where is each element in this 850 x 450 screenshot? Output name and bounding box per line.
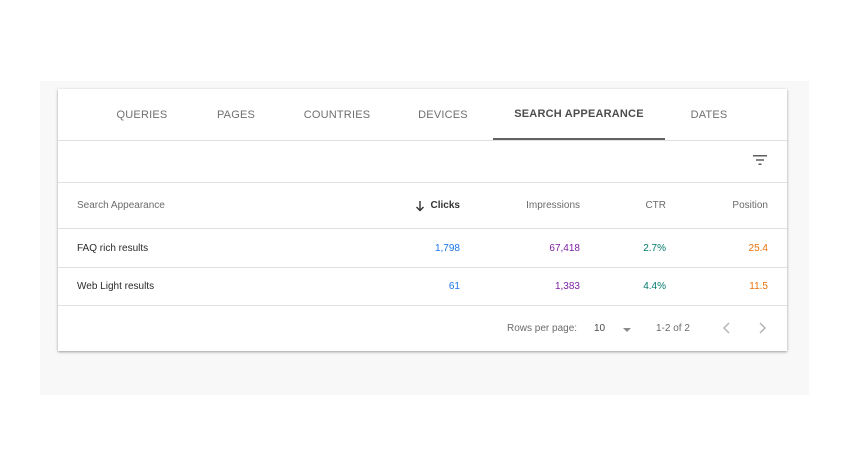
- tab-devices[interactable]: DEVICES: [400, 89, 486, 140]
- column-header-position[interactable]: Position: [732, 183, 768, 228]
- chevron-right-icon[interactable]: [754, 320, 770, 336]
- column-header-clicks[interactable]: Clicks: [415, 183, 460, 228]
- cell-clicks: 1,798: [434, 242, 460, 254]
- tab-label: PAGES: [216, 108, 256, 121]
- cell-ctr: 4.4%: [643, 281, 666, 292]
- filter-icon[interactable]: [752, 152, 768, 168]
- tab-label: COUNTRIES: [303, 108, 371, 121]
- tab-countries[interactable]: COUNTRIES: [290, 89, 384, 140]
- page-range: 1-2 of 2: [656, 323, 690, 334]
- column-header-search-appearance[interactable]: Search Appearance: [77, 183, 165, 228]
- tab-pages[interactable]: PAGES: [198, 89, 274, 140]
- table-header-row: Search Appearance Clicks Impressions CTR…: [58, 183, 787, 229]
- performance-table-card: QUERIES PAGES COUNTRIES DEVICES SEARCH A…: [58, 89, 787, 351]
- tab-search-appearance[interactable]: SEARCH APPEARANCE: [493, 89, 665, 140]
- table-toolbar: [58, 141, 787, 183]
- table-row[interactable]: Web Light results 61 1,383 4.4% 11.5: [58, 268, 787, 306]
- tab-label: SEARCH APPEARANCE: [514, 107, 644, 120]
- cell-position: 25.4: [748, 242, 768, 254]
- tab-queries[interactable]: QUERIES: [100, 89, 184, 140]
- dropdown-triangle-icon: [623, 327, 632, 332]
- rows-per-page-select[interactable]: 10: [594, 306, 632, 351]
- cell-impressions: 1,383: [554, 281, 580, 292]
- tab-label: QUERIES: [116, 108, 168, 121]
- tab-label: DATES: [690, 108, 728, 121]
- cell-position: 11.5: [749, 281, 768, 292]
- header-label: Search Appearance: [77, 200, 165, 211]
- cell-search-appearance: Web Light results: [77, 281, 155, 292]
- rows-per-page-value: 10: [594, 323, 606, 334]
- column-header-ctr[interactable]: CTR: [645, 183, 666, 228]
- arrow-down-icon: [415, 200, 424, 211]
- header-label: Impressions: [526, 200, 580, 211]
- rows-per-page-label: Rows per page:: [507, 323, 578, 334]
- header-label: Position: [732, 200, 768, 211]
- header-label: Clicks: [430, 200, 460, 211]
- column-header-impressions[interactable]: Impressions: [526, 183, 580, 228]
- pagination-bar: Rows per page: 10 1-2 of 2: [58, 306, 787, 351]
- cell-clicks: 61: [448, 281, 460, 292]
- cell-search-appearance: FAQ rich results: [77, 242, 149, 254]
- tab-label: DEVICES: [418, 108, 468, 121]
- tab-dates[interactable]: DATES: [672, 89, 746, 140]
- dimension-tabs: QUERIES PAGES COUNTRIES DEVICES SEARCH A…: [58, 89, 787, 141]
- cell-ctr: 2.7%: [643, 242, 666, 254]
- table-row[interactable]: FAQ rich results 1,798 67,418 2.7% 25.4: [58, 229, 787, 268]
- chevron-left-icon[interactable]: [719, 320, 735, 336]
- header-label: CTR: [645, 200, 666, 211]
- cell-impressions: 67,418: [549, 242, 580, 254]
